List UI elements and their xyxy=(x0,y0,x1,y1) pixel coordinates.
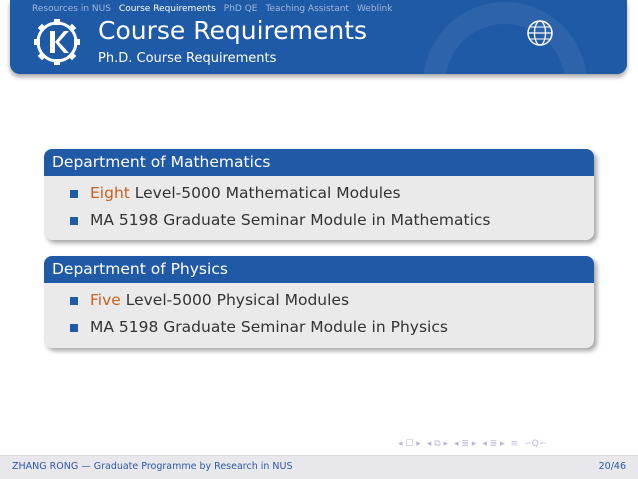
section-navbar: Resources in NUS Course Requirements PhD… xyxy=(28,2,396,16)
item-text: Level-5000 Physical Modules xyxy=(120,291,350,309)
nav-section-icon[interactable]: ◂ ≣ ▸ xyxy=(454,439,476,449)
nav-item-resources[interactable]: Resources in NUS xyxy=(28,2,115,16)
block-body: Five Level-5000 Physical Modules MA 5198… xyxy=(44,283,594,341)
list-item: MA 5198 Graduate Seminar Module in Physi… xyxy=(70,314,594,341)
slide-title: Course Requirements xyxy=(98,16,368,45)
slide-footer: ZHANG RONG — Graduate Programme by Resea… xyxy=(0,455,638,479)
block-title: Department of Physics xyxy=(44,256,594,283)
item-accent: Eight xyxy=(90,184,130,202)
square-bullet-icon xyxy=(70,190,78,198)
nav-item-weblink[interactable]: Weblink xyxy=(353,2,397,16)
slide: Resources in NUS Course Requirements PhD… xyxy=(0,0,638,479)
item-text: Level-5000 Mathematical Modules xyxy=(129,184,401,202)
item-text: MA 5198 Graduate Seminar Module in Mathe… xyxy=(90,211,491,229)
header-decoration xyxy=(423,2,587,74)
nav-align-icon[interactable]: ≡ xyxy=(511,439,519,449)
nav-subsection-icon[interactable]: ◂ ≣ ▸ xyxy=(482,439,504,449)
block-body: Eight Level-5000 Mathematical Modules MA… xyxy=(44,176,594,234)
list-item: MA 5198 Graduate Seminar Module in Mathe… xyxy=(70,207,594,234)
footer-author-title: ZHANG RONG — Graduate Programme by Resea… xyxy=(12,461,293,472)
slide-header: Resources in NUS Course Requirements PhD… xyxy=(10,0,627,74)
square-bullet-icon xyxy=(70,324,78,332)
globe-icon xyxy=(527,20,553,46)
nav-item-course-requirements[interactable]: Course Requirements xyxy=(115,2,220,16)
slide-subtitle: Ph.D. Course Requirements xyxy=(98,51,277,66)
item-accent: Five xyxy=(90,291,121,309)
nav-prev-frame-icon[interactable]: ◂ ☐ ▸ xyxy=(398,439,421,449)
beamer-navigation-symbols: ◂ ☐ ▸ ◂ ⧉ ▸ ◂ ≣ ▸ ◂ ≣ ▸ ≡ ∽Q∽ xyxy=(398,437,546,451)
nav-prev-subsection-icon[interactable]: ◂ ⧉ ▸ xyxy=(427,439,448,449)
block-mathematics: Department of Mathematics Eight Level-50… xyxy=(44,149,594,240)
page-number: 20/46 xyxy=(598,461,626,472)
block-title: Department of Mathematics xyxy=(44,149,594,176)
square-bullet-icon xyxy=(70,297,78,305)
nav-item-phd-qe[interactable]: PhD QE xyxy=(220,2,262,16)
list-item: Five Level-5000 Physical Modules xyxy=(70,287,594,314)
nav-search-icon[interactable]: ∽Q∽ xyxy=(524,439,546,449)
list-item: Eight Level-5000 Mathematical Modules xyxy=(70,180,594,207)
kde-logo-icon xyxy=(34,19,80,65)
square-bullet-icon xyxy=(70,217,78,225)
block-physics: Department of Physics Five Level-5000 Ph… xyxy=(44,256,594,348)
item-text: MA 5198 Graduate Seminar Module in Physi… xyxy=(90,318,448,336)
nav-item-teaching-assistant[interactable]: Teaching Assistant xyxy=(261,2,352,16)
